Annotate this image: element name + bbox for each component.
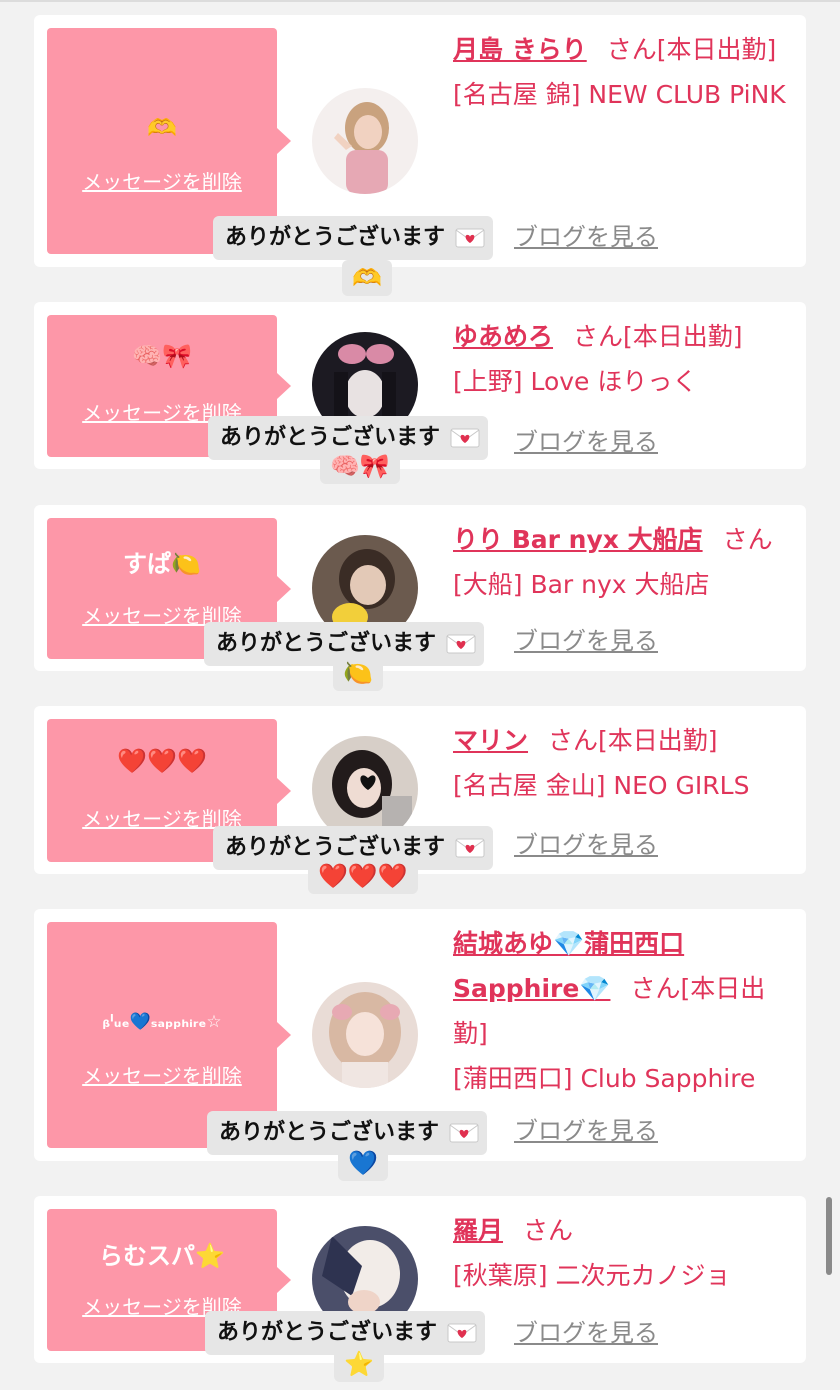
reply-emoji: ⭐️ [334, 1346, 384, 1382]
cast-name-link[interactable]: ゆあめろ [453, 322, 553, 351]
honorific: さん [573, 322, 624, 351]
message-text: ❤️❤️❤️ [117, 747, 207, 775]
view-blog-link[interactable]: ブログを見る [514, 422, 724, 457]
view-blog-link[interactable]: ブログを見る [514, 621, 724, 656]
cast-info: ゆあめろ さん[本日出勤] [上野] Love ほりっく [453, 314, 789, 404]
view-blog-link[interactable]: ブログを見る [514, 1111, 724, 1146]
delete-message-link[interactable]: メッセージを削除 [47, 1060, 277, 1089]
heart-envelope-icon [447, 1323, 477, 1343]
heart-envelope-icon [450, 428, 480, 448]
honorific: さん [722, 525, 773, 554]
cast-info: 羅月 さん [秋葉原] 二次元カノジョ [453, 1208, 789, 1298]
honorific: さん [630, 974, 681, 1003]
honorific: さん [523, 1216, 574, 1245]
heart-envelope-icon [455, 838, 485, 858]
heart-envelope-icon [455, 228, 485, 248]
cast-info: 結城あゆ💎蒲田西口Sapphire💎 さん[本日出勤] [蒲田西口] Club S… [453, 921, 789, 1101]
heart-envelope-icon [449, 1123, 479, 1143]
honorific: さん [548, 726, 599, 755]
view-blog-link[interactable]: ブログを見る [514, 1313, 724, 1348]
reply-emoji: 🫶 [342, 260, 392, 296]
reply-text: ありがとうございます [225, 835, 446, 860]
reply-emoji: 🍋 [333, 655, 383, 691]
message-text: 🧠🎀 [132, 342, 192, 370]
reply-text: ありがとうございます [220, 425, 441, 450]
message-text: 🫶 [147, 114, 177, 142]
reply-text: ありがとうございます [225, 225, 446, 250]
reply-text: ありがとうございます [217, 1320, 438, 1345]
cast-info: 月島 きらり さん[本日出勤] [名古屋 錦] NEW CLUB PiNK [453, 27, 789, 117]
shop-info: [上野] Love ほりっく [453, 367, 698, 396]
attendance-status: [本日出勤] [623, 322, 743, 351]
reply-emoji: 🧠🎀 [320, 448, 400, 484]
cast-info: マリン さん[本日出勤] [名古屋 金山] NEO GIRLS [453, 718, 789, 808]
delete-message-link[interactable]: メッセージを削除 [47, 166, 277, 195]
message-text: らむスパ⭐️ [99, 1242, 225, 1270]
reply-tooltip: ありがとうございます [213, 216, 493, 260]
cast-avatar[interactable] [312, 982, 418, 1088]
shop-info: [蒲田西口] Club Sapphire [453, 1064, 756, 1093]
favorites-message-list: 🫶 メッセージを削除 月島 きらり さん[本日出勤] [名古屋 錦] NEW CL… [0, 0, 840, 1390]
shop-info: [名古屋 錦] NEW CLUB PiNK [453, 80, 786, 109]
reply-emoji: ❤️❤️❤️ [308, 858, 418, 894]
shop-info: [名古屋 金山] NEO GIRLS [453, 771, 750, 800]
honorific: さん [606, 35, 657, 64]
cast-name-link[interactable]: 月島 きらり [453, 35, 587, 64]
reply-emoji: 💙 [338, 1145, 388, 1181]
cast-info: りり Bar nyx 大船店 さん [大船] Bar nyx 大船店 [453, 517, 789, 607]
message-text: ᵦˡᵤₑ💙ₛₐₚₚₕᵢᵣₑ☆ [102, 1012, 222, 1032]
view-blog-link[interactable]: ブログを見る [514, 217, 724, 252]
scrollbar-thumb[interactable] [826, 1197, 832, 1275]
reply-text: ありがとうございます [219, 1120, 440, 1145]
attendance-status: [本日出勤] [656, 35, 777, 64]
top-divider [0, 0, 840, 2]
reply-text: ありがとうございます [216, 631, 437, 656]
attendance-status: [本日出勤] [598, 726, 718, 755]
cast-name-link[interactable]: マリン [453, 726, 528, 755]
cast-name-link[interactable]: りり Bar nyx 大船店 [453, 525, 703, 554]
cast-name-link[interactable]: 羅月 [453, 1216, 503, 1245]
shop-info: [秋葉原] 二次元カノジョ [453, 1261, 731, 1290]
cast-avatar[interactable] [312, 88, 418, 194]
heart-envelope-icon [446, 634, 476, 654]
view-blog-link[interactable]: ブログを見る [514, 825, 724, 860]
shop-info: [大船] Bar nyx 大船店 [453, 570, 710, 599]
message-text: すぱ🍋 [123, 550, 201, 578]
